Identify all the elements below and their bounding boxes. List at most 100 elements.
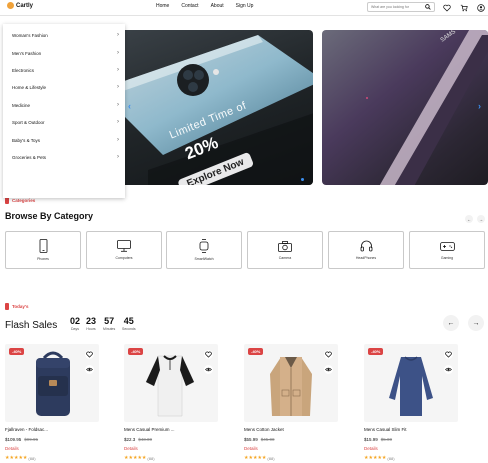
sidebar-item-sport-outdoor[interactable]: Sport & Outdoor › xyxy=(12,119,119,125)
carousel-prev-icon[interactable]: ‹ xyxy=(128,101,131,111)
category-label: HeadPhones xyxy=(355,256,377,260)
product-rating: ★★★★★ (88) xyxy=(244,455,275,461)
monitor-icon xyxy=(117,240,131,252)
logo-mark-icon xyxy=(7,2,14,9)
section-marker xyxy=(5,197,9,204)
eye-icon[interactable] xyxy=(85,365,94,374)
secondary-banner[interactable]: SAMS xyxy=(322,30,488,185)
sidebar-item-label: Medicine xyxy=(12,102,31,108)
sidebar-item-label: Sport & Outdoor xyxy=(12,119,45,125)
category-card-computers[interactable]: Computers xyxy=(86,231,162,269)
flash-next-arrow-icon[interactable]: → xyxy=(468,315,484,331)
categories-prev-arrow-icon[interactable]: ← xyxy=(465,215,473,223)
user-account-icon[interactable] xyxy=(476,3,485,12)
product-price: $15.99 xyxy=(364,437,378,442)
carousel-dot[interactable] xyxy=(301,178,304,181)
chevron-right-icon: › xyxy=(117,154,119,160)
camera-icon xyxy=(278,240,292,252)
rating-count: (88) xyxy=(147,455,155,461)
product-name[interactable]: Mens Casual Slim Fit xyxy=(364,427,407,432)
sidebar-item-babys-toys[interactable]: Baby's & Toys › xyxy=(12,137,119,143)
heart-icon[interactable] xyxy=(204,350,213,359)
nav-sign-up[interactable]: Sign Up xyxy=(236,3,254,9)
sidebar-item-electronics[interactable]: Electronics › xyxy=(12,67,119,73)
categories-next-arrow-icon[interactable]: → xyxy=(477,215,485,223)
product-details-link[interactable]: Details xyxy=(244,446,258,451)
categories-title: Browse By Category xyxy=(5,211,94,221)
product-card-image[interactable]: -40% xyxy=(364,344,458,422)
product-details-link[interactable]: Details xyxy=(364,446,378,451)
sidebar-item-medicine[interactable]: Medicine › xyxy=(12,102,119,108)
eye-icon[interactable] xyxy=(204,365,213,374)
cart-icon[interactable] xyxy=(459,3,468,12)
product-name[interactable]: Mens Cotton Jacket xyxy=(244,427,284,432)
product-name[interactable]: Fjallraven - Foldsac... xyxy=(5,427,48,432)
section-marker xyxy=(5,303,9,310)
countdown-unit: Days xyxy=(71,327,79,331)
sidebar-item-groceries-pets[interactable]: Groceries & Pets › xyxy=(12,154,119,160)
eye-icon[interactable] xyxy=(324,365,333,374)
sidebar-item-mens-fashion[interactable]: Men's Fashion › xyxy=(12,50,119,56)
product-old-price: $45.00 xyxy=(260,437,275,442)
star-icons: ★★★★★ xyxy=(124,455,147,461)
category-label: Computers xyxy=(115,256,133,260)
sidebar-item-home-lifestyle[interactable]: Home & Lifestyle › xyxy=(12,84,119,90)
search-input[interactable] xyxy=(371,5,425,9)
main-nav: Home Contact About Sign Up xyxy=(156,3,253,9)
category-card-phones[interactable]: Phones xyxy=(5,231,81,269)
category-card-gaming[interactable]: Gaming xyxy=(409,231,485,269)
chevron-right-icon: › xyxy=(117,50,119,56)
category-card-headphones[interactable]: HeadPhones xyxy=(328,231,404,269)
sidebar-item-womens-fashion[interactable]: Woman's Fashion › xyxy=(12,32,119,38)
wishlist-heart-icon[interactable] xyxy=(442,3,451,12)
product-rating: ★★★★★ (88) xyxy=(5,455,36,461)
sidebar-item-label: Woman's Fashion xyxy=(12,32,48,38)
star-icons: ★★★★★ xyxy=(364,455,387,461)
star-icons: ★★★★★ xyxy=(244,455,267,461)
logo[interactable]: Cartly xyxy=(7,2,33,9)
countdown-hours: 23 Hours xyxy=(86,316,96,331)
sidebar-item-label: Electronics xyxy=(12,67,35,73)
nav-contact[interactable]: Contact xyxy=(181,3,198,9)
cotton-jacket-image xyxy=(270,357,312,416)
flash-tag: Today's xyxy=(5,303,29,310)
sidebar-item-label: Baby's & Toys xyxy=(12,137,41,143)
countdown-value: 57 xyxy=(104,316,115,326)
carousel-next-icon[interactable]: › xyxy=(478,101,481,111)
nav-about[interactable]: About xyxy=(211,3,224,9)
product-card-image[interactable]: -40% xyxy=(124,344,218,422)
product-old-price: $5.00 xyxy=(380,437,393,442)
heart-icon[interactable] xyxy=(444,350,453,359)
category-sidebar: Woman's Fashion › Men's Fashion › Electron… xyxy=(3,24,125,198)
category-card-camera[interactable]: Camera xyxy=(247,231,323,269)
hero-banner[interactable]: Limited Time of 20% Explore Now xyxy=(108,30,313,185)
rating-count: (88) xyxy=(387,455,395,461)
product-rating: ★★★★★ (88) xyxy=(124,455,155,461)
eye-icon[interactable] xyxy=(444,365,453,374)
discount-badge: -40% xyxy=(9,348,25,355)
chevron-right-icon: › xyxy=(117,137,119,143)
countdown-unit: Minutes xyxy=(103,327,116,331)
flash-tag-label: Today's xyxy=(12,304,29,309)
sidebar-item-label: Men's Fashion xyxy=(12,50,42,56)
heart-icon[interactable] xyxy=(85,350,94,359)
sidebar-item-label: Home & Lifestyle xyxy=(12,84,47,90)
flash-prev-arrow-icon[interactable]: ← xyxy=(443,315,459,331)
product-price: $55.99 xyxy=(244,437,258,442)
category-card-smartwatch[interactable]: SmartWatch xyxy=(166,231,242,269)
chevron-right-icon: › xyxy=(117,67,119,73)
categories-tag: Categories xyxy=(5,197,35,204)
product-card-image[interactable]: -40% xyxy=(244,344,338,422)
discount-badge: -40% xyxy=(368,348,384,355)
countdown-value: 02 xyxy=(70,316,81,326)
product-details-link[interactable]: Details xyxy=(5,446,19,451)
product-card-image[interactable]: -40% xyxy=(5,344,99,422)
countdown-unit: Hours xyxy=(86,327,96,331)
heart-icon[interactable] xyxy=(324,350,333,359)
product-old-price: $43.00 xyxy=(138,437,153,442)
search-icon[interactable] xyxy=(425,4,431,10)
nav-home[interactable]: Home xyxy=(156,3,169,9)
product-details-link[interactable]: Details xyxy=(124,446,138,451)
category-label: Camera xyxy=(278,255,292,260)
product-name[interactable]: Mens Casual Premium ... xyxy=(124,427,175,432)
